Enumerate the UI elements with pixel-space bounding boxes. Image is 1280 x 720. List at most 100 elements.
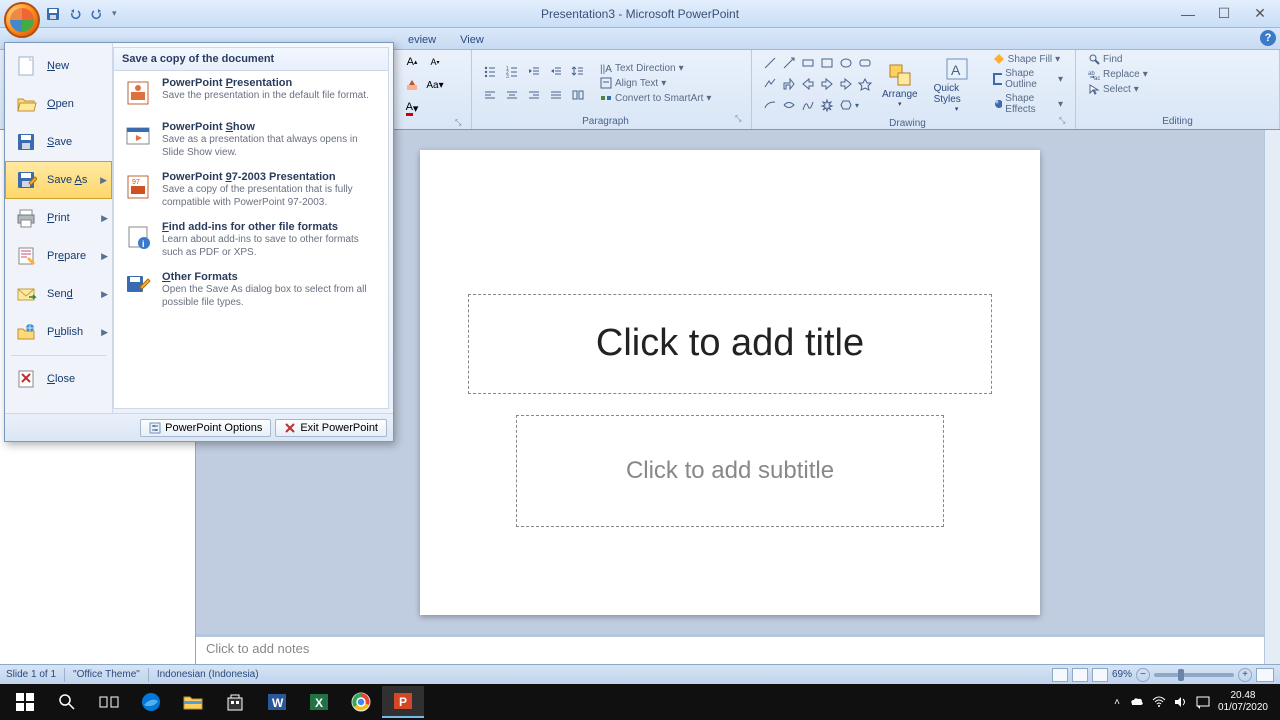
- vertical-scrollbar[interactable]: [1264, 130, 1280, 664]
- align-left-btn[interactable]: [480, 85, 500, 105]
- qat-customize[interactable]: ▾: [112, 8, 117, 19]
- taskbar-word[interactable]: W: [256, 686, 298, 718]
- qat-redo[interactable]: [88, 5, 106, 23]
- increase-indent-btn[interactable]: [546, 61, 566, 81]
- align-text-btn[interactable]: Align Text ▾: [596, 76, 715, 90]
- tray-clock[interactable]: 20.4801/07/2020: [1218, 690, 1268, 714]
- replace-btn[interactable]: abacReplace ▾: [1084, 67, 1152, 81]
- menu-send[interactable]: Send▶: [5, 275, 112, 313]
- font-dialog-launcher[interactable]: ⤡: [455, 118, 467, 130]
- menu-new[interactable]: New: [5, 47, 112, 85]
- tray-notification-icon[interactable]: [1196, 695, 1210, 709]
- menu-save[interactable]: Save: [5, 123, 112, 161]
- window-controls: — ☐ ✕: [1176, 4, 1280, 24]
- menu-save-as[interactable]: Save As▶: [5, 161, 112, 199]
- tray-chevron-icon[interactable]: ˄: [1114, 697, 1120, 708]
- drawing-dialog-launcher[interactable]: ⤡: [1059, 116, 1071, 128]
- qat-save[interactable]: [44, 5, 62, 23]
- office-button[interactable]: [4, 2, 40, 38]
- taskbar-store[interactable]: [214, 686, 256, 718]
- arrange-btn[interactable]: Arrange▾: [875, 58, 925, 111]
- chevron-right-icon: ▶: [101, 251, 108, 262]
- taskbar-chrome[interactable]: [340, 686, 382, 718]
- clear-format-btn[interactable]: [402, 75, 422, 95]
- maximize-button[interactable]: ☐: [1212, 4, 1236, 24]
- paragraph-dialog-launcher[interactable]: ⤡: [735, 114, 747, 126]
- tray-wifi-icon[interactable]: [1152, 696, 1166, 708]
- zoom-slider[interactable]: [1154, 673, 1234, 677]
- zoom-percent[interactable]: 69%: [1112, 669, 1132, 680]
- office-menu-left: New Open Save Save As▶ Print▶ Prepare▶ S…: [5, 43, 113, 413]
- powerpoint-options-btn[interactable]: PowerPoint Options: [140, 419, 271, 437]
- menu-prepare[interactable]: Prepare▶: [5, 237, 112, 275]
- help-button[interactable]: ?: [1260, 30, 1276, 46]
- svg-text:3: 3: [506, 74, 509, 78]
- save-as-97-2003[interactable]: 97 PowerPoint 97-2003 PresentationSave a…: [114, 165, 388, 215]
- chevron-right-icon: ▶: [101, 327, 108, 338]
- submenu-header: Save a copy of the document: [114, 48, 388, 71]
- close-button[interactable]: ✕: [1248, 4, 1272, 24]
- save-as-other[interactable]: Other FormatsOpen the Save As dialog box…: [114, 265, 388, 315]
- qat-undo[interactable]: [66, 5, 84, 23]
- change-case-btn[interactable]: Aa▾: [425, 75, 445, 95]
- save-as-addins[interactable]: i Find add-ins for other file formatsLea…: [114, 215, 388, 265]
- align-right-btn[interactable]: [524, 85, 544, 105]
- normal-view-btn[interactable]: [1052, 668, 1068, 682]
- quick-styles-btn[interactable]: A Quick Styles▾: [927, 52, 987, 116]
- select-btn[interactable]: Select ▾: [1084, 82, 1143, 96]
- chevron-right-icon: ▶: [101, 213, 108, 224]
- zoom-in-btn[interactable]: +: [1238, 668, 1252, 682]
- grow-font-btn[interactable]: A▴: [402, 52, 422, 72]
- menu-close[interactable]: Close: [5, 360, 112, 398]
- sorter-view-btn[interactable]: [1072, 668, 1088, 682]
- shape-fill-btn[interactable]: Shape Fill ▾: [989, 52, 1067, 66]
- taskbar-edge[interactable]: [130, 686, 172, 718]
- find-btn[interactable]: Find: [1084, 52, 1126, 66]
- decrease-indent-btn[interactable]: [524, 61, 544, 81]
- save-as-show[interactable]: PowerPoint ShowSave as a presentation th…: [114, 115, 388, 165]
- system-tray: ˄ 20.4801/07/2020: [1114, 690, 1276, 714]
- save-icon: [13, 129, 39, 155]
- shape-outline-btn[interactable]: Shape Outline ▾: [989, 67, 1067, 91]
- shrink-font-btn[interactable]: A▾: [425, 52, 445, 72]
- tray-onedrive-icon[interactable]: [1128, 696, 1144, 708]
- subtitle-placeholder[interactable]: Click to add subtitle: [516, 415, 944, 527]
- close-doc-icon: [13, 366, 39, 392]
- columns-btn[interactable]: [568, 85, 588, 105]
- slide-canvas[interactable]: Click to add title Click to add subtitle: [420, 150, 1040, 615]
- pptx-icon: [122, 77, 154, 109]
- align-center-btn[interactable]: [502, 85, 522, 105]
- justify-btn[interactable]: [546, 85, 566, 105]
- notes-pane[interactable]: Click to add notes: [196, 634, 1264, 664]
- slide-counter: Slide 1 of 1: [6, 669, 56, 680]
- numbering-btn[interactable]: 123: [502, 61, 522, 81]
- language-indicator[interactable]: Indonesian (Indonesia): [157, 669, 259, 680]
- shape-effects-btn[interactable]: Shape Effects ▾: [989, 92, 1067, 116]
- title-placeholder[interactable]: Click to add title: [468, 294, 992, 394]
- tab-view[interactable]: View: [448, 31, 496, 49]
- slideshow-view-btn[interactable]: [1092, 668, 1108, 682]
- convert-smartart-btn[interactable]: Convert to SmartArt ▾: [596, 91, 715, 105]
- shapes-gallery[interactable]: ▾: [760, 53, 873, 115]
- start-button[interactable]: [4, 686, 46, 718]
- exit-powerpoint-btn[interactable]: Exit PowerPoint: [275, 419, 387, 437]
- chevron-right-icon: ▶: [100, 175, 107, 186]
- taskbar-explorer[interactable]: [172, 686, 214, 718]
- menu-publish[interactable]: Publish▶: [5, 313, 112, 351]
- text-direction-btn[interactable]: ||AText Direction ▾: [596, 61, 715, 75]
- minimize-button[interactable]: —: [1176, 4, 1200, 24]
- menu-open[interactable]: Open: [5, 85, 112, 123]
- zoom-out-btn[interactable]: −: [1136, 668, 1150, 682]
- task-view-button[interactable]: [88, 686, 130, 718]
- font-color-btn[interactable]: A▾: [402, 98, 422, 118]
- save-as-pptx[interactable]: PowerPoint PresentationSave the presenta…: [114, 71, 388, 115]
- tray-volume-icon[interactable]: [1174, 696, 1188, 708]
- taskbar-powerpoint[interactable]: P: [382, 686, 424, 718]
- taskbar-excel[interactable]: X: [298, 686, 340, 718]
- tab-review[interactable]: eview: [396, 31, 448, 49]
- menu-print[interactable]: Print▶: [5, 199, 112, 237]
- bullets-btn[interactable]: [480, 61, 500, 81]
- line-spacing-btn[interactable]: [568, 61, 588, 81]
- search-button[interactable]: [46, 686, 88, 718]
- fit-window-btn[interactable]: [1256, 668, 1274, 682]
